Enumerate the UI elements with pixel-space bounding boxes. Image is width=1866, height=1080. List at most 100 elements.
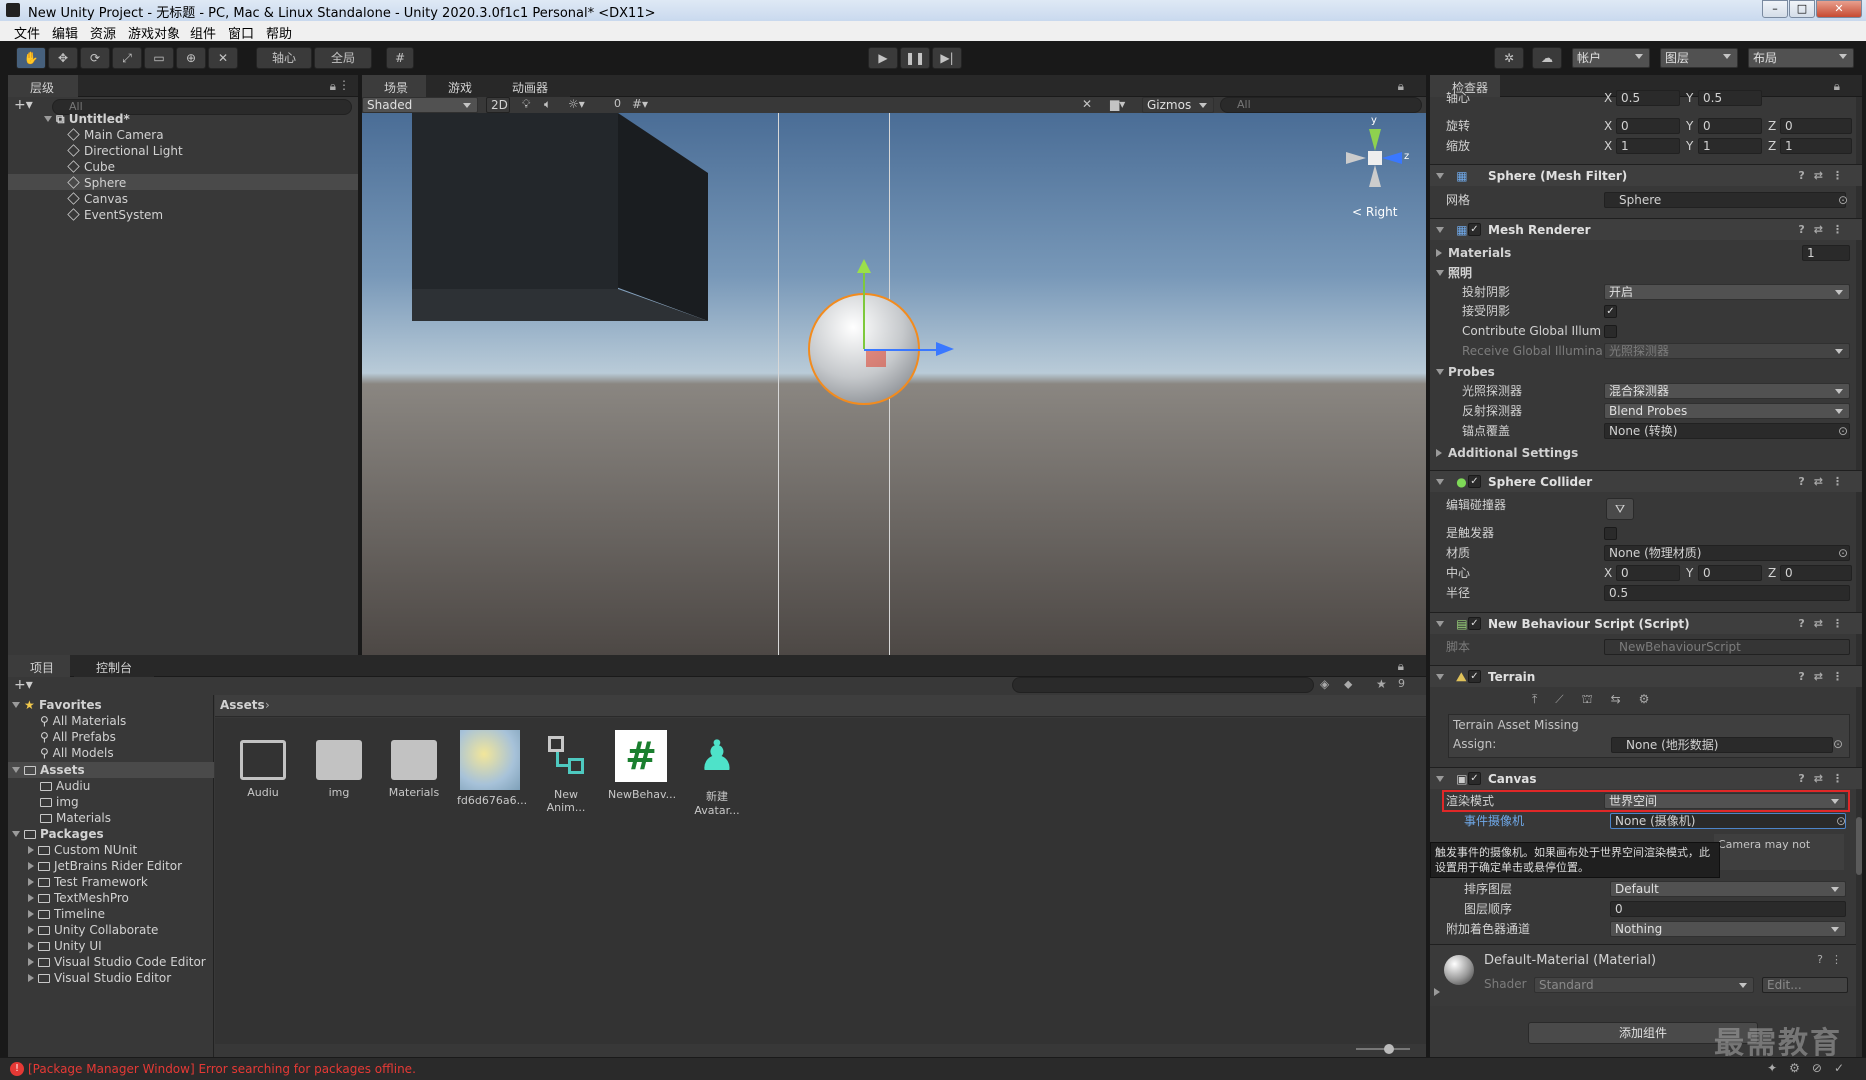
camera-icon[interactable]: ▆▾	[1110, 97, 1125, 111]
folder-materials[interactable]: Materials	[40, 810, 111, 826]
expand-icon[interactable]	[28, 878, 34, 886]
package-item[interactable]: TextMeshPro	[28, 890, 129, 906]
expand-icon[interactable]	[28, 926, 34, 934]
expand-icon[interactable]	[1436, 249, 1442, 257]
center-z-field[interactable]: 0	[1780, 565, 1852, 581]
expand-icon[interactable]	[1436, 449, 1442, 457]
y-axis-handle[interactable]	[863, 263, 865, 349]
hierarchy-item-main-camera[interactable]: Main Camera	[67, 127, 164, 143]
anchor-override-field[interactable]: None (转换)	[1604, 423, 1850, 439]
menu-component[interactable]: 组件	[190, 23, 216, 42]
asset-animator[interactable]: New Anim...	[533, 730, 599, 814]
rect-tool-button[interactable]: ▭	[144, 47, 174, 69]
physic-material-field[interactable]: None (物理材质)	[1604, 545, 1850, 561]
gizmo-z-icon[interactable]	[1382, 152, 1402, 164]
packages-node[interactable]: Packages	[12, 826, 104, 842]
hierarchy-item-sphere[interactable]: Sphere	[67, 175, 126, 191]
star-icon[interactable]: ★	[1376, 677, 1387, 691]
expand-icon[interactable]	[12, 702, 20, 708]
expand-icon[interactable]	[44, 116, 52, 122]
cloud-icon[interactable]: ☁	[1532, 47, 1562, 69]
gizmo-neg-z-icon[interactable]	[1346, 152, 1366, 164]
object-picker-icon[interactable]: ⊙	[1838, 544, 1848, 562]
collab-button[interactable]: ✲	[1494, 47, 1524, 69]
hierarchy-item-canvas[interactable]: Canvas	[67, 191, 128, 207]
mesh-renderer-header[interactable]: ▦ ✓ Mesh Renderer ?⇄⋮	[1430, 218, 1862, 240]
audio-icon[interactable]: 🔈︎	[544, 97, 551, 112]
pause-button[interactable]: ❚❚	[900, 47, 930, 69]
shading-dropdown[interactable]: Shaded	[362, 97, 478, 113]
z-arrow-icon[interactable]	[936, 342, 954, 356]
menu-window[interactable]: 窗口	[228, 23, 254, 42]
hidden-count[interactable]: 0	[614, 97, 621, 110]
collapse-icon[interactable]	[1436, 270, 1444, 276]
gizmo-neg-y-icon[interactable]	[1369, 165, 1381, 187]
gizmo-y-icon[interactable]	[1369, 129, 1381, 151]
render-mode-dropdown[interactable]: 世界空间	[1604, 793, 1846, 809]
menu-gameobject[interactable]: 游戏对象	[128, 23, 180, 42]
global-toggle[interactable]: 全局	[314, 47, 372, 69]
transform-tool-button[interactable]: ⊕	[176, 47, 206, 69]
reflection-probes-dropdown[interactable]: Blend Probes	[1604, 403, 1850, 419]
lock-icon[interactable]: 🔒︎	[1398, 659, 1404, 674]
lock-icon[interactable]: 🔒︎	[1398, 79, 1404, 94]
pivot-toggle[interactable]: 轴心	[256, 47, 312, 69]
close-button[interactable]: ✕	[1816, 0, 1862, 18]
breadcrumb-assets[interactable]: Assets	[220, 698, 265, 712]
expand-icon[interactable]	[28, 974, 34, 982]
canvas-enabled-checkbox[interactable]: ✓	[1468, 772, 1481, 785]
package-item[interactable]: Timeline	[28, 906, 105, 922]
radius-field[interactable]: 0.5	[1604, 585, 1850, 601]
expand-icon[interactable]	[12, 831, 20, 837]
terrain-tool-buttons[interactable]: ⤒⟋⛫⇆⚙	[1532, 692, 1682, 710]
object-picker-icon[interactable]: ⊙	[1838, 191, 1848, 209]
shader-channels-dropdown[interactable]: Nothing	[1610, 921, 1846, 937]
asset-folder-materials[interactable]: Materials	[381, 730, 447, 799]
tab-game[interactable]: 游戏	[426, 75, 490, 97]
scale-x-field[interactable]: 1	[1616, 138, 1680, 154]
script-header[interactable]: ▤ ✓ New Behaviour Script (Script) ?⇄⋮	[1430, 612, 1862, 634]
collapse-icon[interactable]	[1436, 227, 1444, 233]
menu-help[interactable]: 帮助	[266, 23, 292, 42]
additional-settings-row[interactable]: Additional Settings	[1430, 444, 1862, 462]
component-header-icons[interactable]: ?⇄⋮	[1798, 768, 1852, 790]
sphere-collider-header[interactable]: ● ✓ Sphere Collider ?⇄⋮	[1430, 470, 1862, 492]
package-item[interactable]: JetBrains Rider Editor	[28, 858, 182, 874]
layout-dropdown[interactable]: 布局	[1748, 48, 1854, 68]
mesh-field[interactable]: Sphere	[1604, 192, 1846, 208]
favorite-all-materials[interactable]: ⚲ All Materials	[40, 713, 126, 729]
materials-row[interactable]: Materials 1	[1430, 244, 1862, 262]
tab-console[interactable]: 控制台	[74, 655, 154, 677]
sphere-collider-enabled-checkbox[interactable]: ✓	[1468, 475, 1481, 488]
package-item[interactable]: Custom NUnit	[28, 842, 137, 858]
component-header-icons[interactable]: ?⇄⋮	[1798, 666, 1852, 688]
rotate-tool-button[interactable]: ⟳	[80, 47, 110, 69]
shader-dropdown[interactable]: Standard	[1534, 977, 1754, 993]
object-picker-icon[interactable]: ⊙	[1836, 812, 1846, 830]
expand-icon[interactable]	[28, 942, 34, 950]
gizmo-center[interactable]	[1368, 151, 1382, 165]
lock-icon[interactable]: 🔒︎	[330, 79, 336, 94]
menu-edit[interactable]: 编辑	[52, 23, 78, 42]
hierarchy-item-directional-light[interactable]: Directional Light	[67, 143, 183, 159]
assets-node[interactable]: Assets	[12, 762, 85, 778]
plane-handle[interactable]	[866, 351, 886, 367]
favorite-all-models[interactable]: ⚲ All Models	[40, 745, 114, 761]
sorting-layer-dropdown[interactable]: Default	[1610, 881, 1846, 897]
object-picker-icon[interactable]: ⊙	[1838, 422, 1848, 440]
expand-icon[interactable]	[28, 894, 34, 902]
asset-script[interactable]: # NewBehav...	[608, 730, 676, 801]
package-item[interactable]: Visual Studio Code Editor	[28, 954, 206, 970]
play-button[interactable]: ▶	[868, 47, 898, 69]
hidden-packages-count[interactable]: 9	[1398, 677, 1405, 690]
collapse-icon[interactable]	[1436, 621, 1444, 627]
scene-root[interactable]: ⧉ Untitled*	[44, 111, 354, 127]
pivot-x-field[interactable]: 0.5	[1616, 90, 1680, 106]
custom-tool-button[interactable]: ✕	[208, 47, 238, 69]
collapse-icon[interactable]	[1436, 173, 1444, 179]
component-header-icons[interactable]: ?⇄⋮	[1798, 165, 1852, 187]
center-y-field[interactable]: 0	[1698, 565, 1762, 581]
contribute-gi-checkbox[interactable]	[1604, 325, 1617, 338]
asset-image[interactable]: fd6d676a6...	[457, 730, 527, 807]
component-header-icons[interactable]: ?⇄⋮	[1798, 471, 1852, 493]
